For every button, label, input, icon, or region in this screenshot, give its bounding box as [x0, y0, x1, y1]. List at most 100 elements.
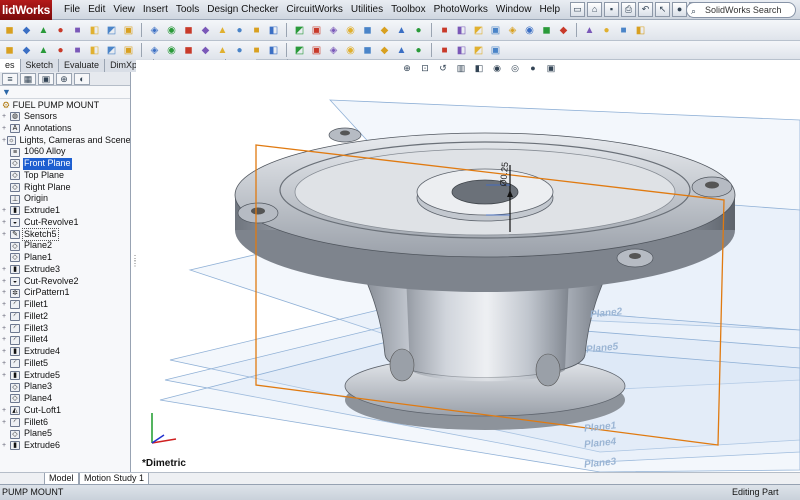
- tree-item-plane4[interactable]: ◇ Plane4: [0, 393, 130, 405]
- menu-item-insert[interactable]: Insert: [139, 0, 172, 20]
- expand-toggle-icon[interactable]: +: [2, 405, 9, 417]
- mass-icon[interactable]: ◧: [87, 43, 102, 58]
- plane-icon[interactable]: ■: [249, 23, 264, 38]
- render-icon[interactable]: ▲: [582, 23, 597, 38]
- menu-item-circuitworks[interactable]: CircuitWorks: [282, 0, 346, 20]
- menu-item-file[interactable]: File: [60, 0, 84, 20]
- expand-toggle-icon[interactable]: +: [2, 417, 9, 429]
- expand-toggle-icon[interactable]: +: [2, 334, 9, 346]
- tree-item-fillet2[interactable]: + ◜ Fillet2: [0, 311, 130, 323]
- tree-item-extrude6[interactable]: + ▮ Extrude6: [0, 440, 130, 452]
- property-manager-tab-icon[interactable]: ▦: [20, 72, 36, 85]
- point-icon[interactable]: ▣: [121, 23, 136, 38]
- mirror-icon[interactable]: ◆: [198, 23, 213, 38]
- tree-item-annotations[interactable]: + A Annotations: [0, 123, 130, 135]
- tree-item-cirpattern1[interactable]: + ✲ CirPattern1: [0, 287, 130, 299]
- sweep-icon[interactable]: ◈: [326, 23, 341, 38]
- expand-toggle-icon[interactable]: +: [2, 111, 9, 123]
- revolve-icon[interactable]: ◈: [326, 43, 341, 58]
- menu-item-utilities[interactable]: Utilities: [347, 0, 387, 20]
- rib-icon[interactable]: ▲: [394, 23, 409, 38]
- measure-icon[interactable]: ◩: [104, 43, 119, 58]
- tree-item-lights-cameras-and-scene[interactable]: + ☼ Lights, Cameras and Scene: [0, 135, 130, 147]
- tree-item-extrude3[interactable]: + ▮ Extrude3: [0, 264, 130, 276]
- tree-item-cut-loft1[interactable]: + ◭ Cut-Loft1: [0, 405, 130, 417]
- tree-item-fillet1[interactable]: + ◜ Fillet1: [0, 299, 130, 311]
- measure-icon[interactable]: ◉: [522, 23, 537, 38]
- expand-toggle-icon[interactable]: +: [2, 123, 9, 135]
- expand-toggle-icon[interactable]: +: [2, 311, 9, 323]
- dimension-label[interactable]: Ø0.25: [498, 162, 510, 187]
- tree-item-fillet5[interactable]: + ◜ Fillet5: [0, 358, 130, 370]
- hole-icon[interactable]: ◼: [181, 43, 196, 58]
- expand-toggle-icon[interactable]: +: [2, 287, 9, 299]
- tree-item-plane1[interactable]: ◇ Plane1: [0, 252, 130, 264]
- shell-icon[interactable]: ▲: [215, 43, 230, 58]
- move-icon[interactable]: ●: [232, 23, 247, 38]
- dome-icon[interactable]: ▣: [488, 23, 503, 38]
- tree-item-sensors[interactable]: + ◍ Sensors: [0, 111, 130, 123]
- expand-toggle-icon[interactable]: +: [2, 229, 9, 241]
- tree-item-plane3[interactable]: ◇ Plane3: [0, 381, 130, 393]
- extrude-icon[interactable]: ◩: [292, 23, 307, 38]
- plane-icon[interactable]: ◆: [377, 43, 392, 58]
- draft-icon[interactable]: ■: [437, 23, 452, 38]
- tab-es[interactable]: es: [0, 59, 21, 72]
- expand-toggle-icon[interactable]: +: [2, 135, 6, 147]
- tree-item-fillet3[interactable]: + ◜ Fillet3: [0, 323, 130, 335]
- menu-item-window[interactable]: Window: [492, 0, 536, 20]
- sweep-icon[interactable]: ▣: [309, 43, 324, 58]
- tree-item-extrude1[interactable]: + ▮ Extrude1: [0, 205, 130, 217]
- options-icon[interactable]: ◼: [2, 43, 17, 58]
- mirror-icon[interactable]: ■: [437, 43, 452, 58]
- revolve-icon[interactable]: ▣: [309, 23, 324, 38]
- draft-icon[interactable]: ◆: [198, 43, 213, 58]
- wrap-icon[interactable]: ◉: [164, 43, 179, 58]
- menu-item-design-checker[interactable]: Design Checker: [203, 0, 282, 20]
- menu-item-edit[interactable]: Edit: [84, 0, 109, 20]
- appearance-icon[interactable]: ●: [599, 23, 614, 38]
- trim-icon[interactable]: ◩: [471, 43, 486, 58]
- expand-toggle-icon[interactable]: +: [2, 205, 9, 217]
- print-icon[interactable]: ⎙: [621, 2, 637, 17]
- tree-item-cut-revolve1[interactable]: + ◒ Cut-Revolve1: [0, 217, 130, 229]
- graphics-viewport[interactable]: ⊕ ⊡ ↺ ▥ ◧ ◉ ◎ ● ▣ Ø0.25 Plane2 Plane5 Pl…: [136, 60, 800, 473]
- rebuild-icon[interactable]: ●: [672, 2, 688, 17]
- tree-item-fillet6[interactable]: + ◜ Fillet6: [0, 417, 130, 429]
- tab-sketch[interactable]: Sketch: [21, 59, 60, 72]
- pattern-icon[interactable]: ▲: [215, 23, 230, 38]
- rectangle-icon[interactable]: ●: [53, 23, 68, 38]
- tree-item-top-plane[interactable]: ◇ Top Plane: [0, 170, 130, 182]
- tree-item-plane5[interactable]: ◇ Plane5: [0, 428, 130, 440]
- tree-item-right-plane[interactable]: ◇ Right Plane: [0, 182, 130, 194]
- trim-icon[interactable]: ◉: [164, 23, 179, 38]
- expand-toggle-icon[interactable]: +: [2, 440, 9, 452]
- expand-toggle-icon[interactable]: +: [2, 358, 9, 370]
- offset-icon[interactable]: ◧: [454, 43, 469, 58]
- display-manager-tab-icon[interactable]: ◐: [74, 72, 90, 85]
- tree-item-extrude5[interactable]: + ▮ Extrude5: [0, 370, 130, 382]
- menu-item-tools[interactable]: Tools: [172, 0, 203, 20]
- expand-toggle-icon[interactable]: +: [2, 323, 9, 335]
- chamfer-icon[interactable]: ■: [249, 43, 264, 58]
- dome-icon[interactable]: ◈: [147, 43, 162, 58]
- tree-item-extrude4[interactable]: + ▮ Extrude4: [0, 346, 130, 358]
- expand-toggle-icon[interactable]: +: [2, 264, 9, 276]
- expand-toggle-icon[interactable]: +: [2, 276, 9, 288]
- loft-icon[interactable]: ◉: [343, 23, 358, 38]
- search-input[interactable]: ⌕ SolidWorks Search: [686, 2, 796, 18]
- materials-icon[interactable]: ■: [616, 23, 631, 38]
- shell-icon[interactable]: ●: [411, 23, 426, 38]
- tree-item-plane2[interactable]: ◇ Plane2: [0, 240, 130, 252]
- render-icon[interactable]: ●: [53, 43, 68, 58]
- open-folder-icon[interactable]: ⌂: [587, 2, 603, 17]
- section-icon[interactable]: ◆: [556, 23, 571, 38]
- offset-icon[interactable]: ◼: [181, 23, 196, 38]
- expand-toggle-icon[interactable]: +: [2, 370, 9, 382]
- menu-item-photoworks[interactable]: PhotoWorks: [430, 0, 492, 20]
- select-icon[interactable]: ↖: [655, 2, 671, 17]
- expand-toggle-icon[interactable]: +: [2, 299, 9, 311]
- tree-item-front-plane[interactable]: ◇ Front Plane: [0, 158, 130, 170]
- section-icon[interactable]: ■: [70, 43, 85, 58]
- appearance-icon[interactable]: ▲: [36, 43, 51, 58]
